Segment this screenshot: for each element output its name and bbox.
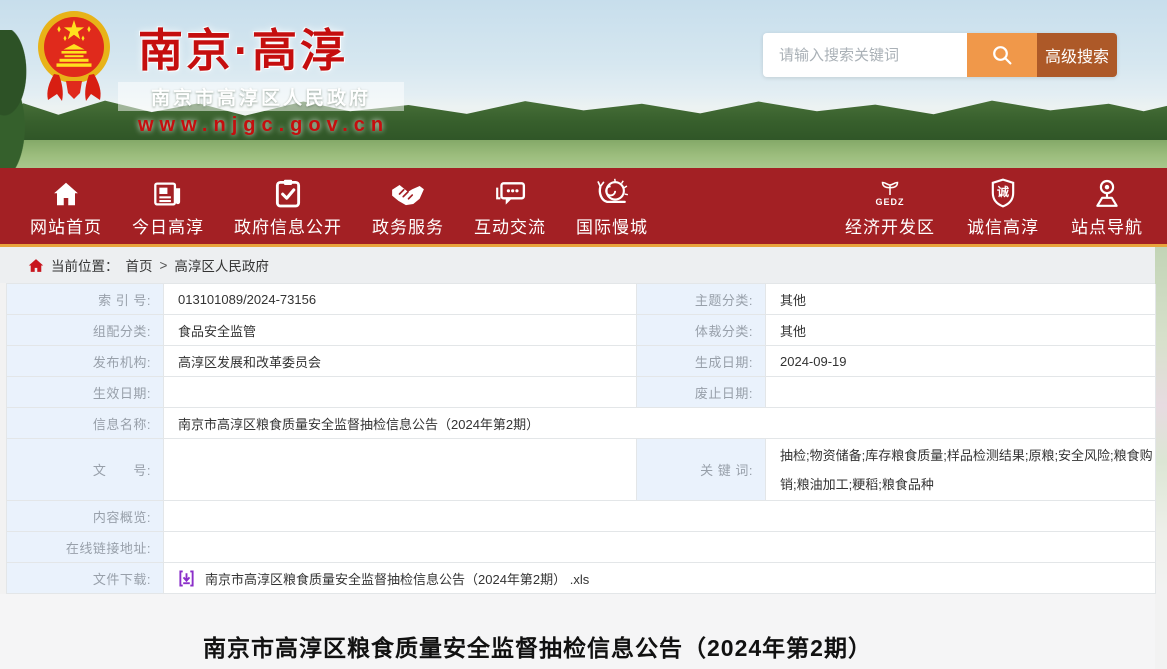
create-date-value: 2024-09-19 <box>766 346 1156 377</box>
nav-item-today[interactable]: 今日高淳 <box>132 174 204 238</box>
site-banner: 南京·高淳 南京市高淳区人民政府 www.njgc.gov.cn 高级搜索 <box>0 0 1167 168</box>
create-date-label: 生成日期: <box>637 346 766 377</box>
theme-category-label: 主题分类: <box>637 284 766 315</box>
download-icon <box>178 570 195 587</box>
site-title: 南京·高淳 <box>138 14 428 79</box>
background-photo-strip <box>1155 247 1167 592</box>
online-link-value <box>164 532 1156 563</box>
site-logo[interactable]: 南京·高淳 南京市高淳区人民政府 www.njgc.gov.cn <box>36 4 428 137</box>
effective-date-value <box>164 377 637 408</box>
handshake-icon <box>390 176 426 208</box>
info-name-label: 信息名称: <box>7 408 164 439</box>
theme-category-value: 其他 <box>766 284 1156 315</box>
integrity-shield-icon: 诚 <box>990 176 1016 208</box>
home-icon <box>51 176 81 208</box>
breadcrumb-home-icon <box>28 258 44 273</box>
breadcrumb: 当前位置： 首页 > 高淳区人民政府 <box>0 247 1155 283</box>
search-input[interactable] <box>763 33 967 77</box>
nav-item-site-map[interactable]: 站点导航 <box>1071 174 1143 238</box>
effective-date-label: 生效日期: <box>7 377 164 408</box>
nav-item-integrity[interactable]: 诚 诚信高淳 <box>967 174 1039 238</box>
site-subtitle: 南京市高淳区人民政府 <box>151 83 371 110</box>
keywords-label: 关 键 词: <box>637 439 766 501</box>
nav-group-right: GEDZ 经济开发区 诚 诚信高淳 <box>845 174 1143 238</box>
breadcrumb-separator: > <box>160 258 168 273</box>
fields-photo <box>0 140 1167 168</box>
genre-category-value: 其他 <box>766 315 1156 346</box>
index-number-label: 索 引 号: <box>7 284 164 315</box>
gedz-icon: GEDZ <box>875 176 904 208</box>
advanced-search-button[interactable]: 高级搜索 <box>1037 33 1117 77</box>
keywords-value: 抽检;物资储备;库存粮食质量;样品检测结果;原粮;安全风险;粮食购销;粮油加工;… <box>766 439 1156 501</box>
summary-label: 内容概览: <box>7 501 164 532</box>
doc-number-value <box>164 439 637 501</box>
breadcrumb-current[interactable]: 高淳区人民政府 <box>174 255 269 275</box>
clipboard-check-icon <box>275 176 301 208</box>
genre-category-label: 体裁分类: <box>637 315 766 346</box>
summary-value <box>164 501 1156 532</box>
group-category-label: 组配分类: <box>7 315 164 346</box>
document-title: 南京市高淳区粮食质量安全监督抽检信息公告（2024年第2期） <box>0 594 1155 663</box>
nav-item-slow-city[interactable]: 国际慢城 <box>576 174 648 238</box>
file-download-cell: 南京市高淳区粮食质量安全监督抽检信息公告（2024年第2期） .xls <box>164 563 1156 594</box>
national-emblem-icon <box>36 4 112 104</box>
content-area: 当前位置： 首页 > 高淳区人民政府 索 引 号: 013101089/2024… <box>0 247 1167 669</box>
index-number-value: 013101089/2024-73156 <box>164 284 637 315</box>
search-bar: 高级搜索 <box>763 33 1117 77</box>
site-url: www.njgc.gov.cn <box>138 114 428 137</box>
site-subtitle-strip: 南京市高淳区人民政府 <box>118 82 404 111</box>
abolish-date-label: 废止日期: <box>637 377 766 408</box>
nav-item-services[interactable]: 政务服务 <box>372 174 444 238</box>
left-trees-photo <box>0 30 38 168</box>
publisher-value: 高淳区发展和改革委员会 <box>164 346 637 377</box>
publisher-label: 发布机构: <box>7 346 164 377</box>
snail-icon <box>594 176 630 208</box>
breadcrumb-home-link[interactable]: 首页 <box>126 255 153 275</box>
news-icon <box>153 176 183 208</box>
doc-number-label: 文 号: <box>7 439 164 501</box>
page: 南京·高淳 南京市高淳区人民政府 www.njgc.gov.cn 高级搜索 <box>0 0 1167 669</box>
info-disclosure-table: 索 引 号: 013101089/2024-73156 主题分类: 其他 组配分… <box>6 283 1155 594</box>
search-button[interactable] <box>967 33 1037 77</box>
chat-bubble-icon <box>494 176 526 208</box>
online-link-label: 在线链接地址: <box>7 532 164 563</box>
download-file-link[interactable]: 南京市高淳区粮食质量安全监督抽检信息公告（2024年第2期） .xls <box>178 569 589 588</box>
info-name-value: 南京市高淳区粮食质量安全监督抽检信息公告（2024年第2期） <box>164 408 1156 439</box>
abolish-date-value <box>766 377 1156 408</box>
nav-item-info-disclosure[interactable]: 政府信息公开 <box>234 174 342 238</box>
nav-item-home[interactable]: 网站首页 <box>30 174 102 238</box>
file-download-label: 文件下载: <box>7 563 164 594</box>
nav-item-interaction[interactable]: 互动交流 <box>474 174 546 238</box>
document-section: 南京市高淳区粮食质量安全监督抽检信息公告（2024年第2期） <box>0 594 1155 669</box>
search-icon <box>990 43 1014 67</box>
main-navigation: 网站首页 今日高淳 <box>0 168 1167 247</box>
group-category-value: 食品安全监管 <box>164 315 637 346</box>
nav-item-economic-zone[interactable]: GEDZ 经济开发区 <box>845 174 935 238</box>
breadcrumb-prefix: 当前位置： <box>51 255 119 275</box>
nav-group-left: 网站首页 今日高淳 <box>30 174 648 238</box>
map-pin-icon <box>1092 176 1122 208</box>
site-identity: 南京·高淳 南京市高淳区人民政府 www.njgc.gov.cn <box>138 4 428 137</box>
download-file-name: 南京市高淳区粮食质量安全监督抽检信息公告（2024年第2期） .xls <box>205 569 589 588</box>
